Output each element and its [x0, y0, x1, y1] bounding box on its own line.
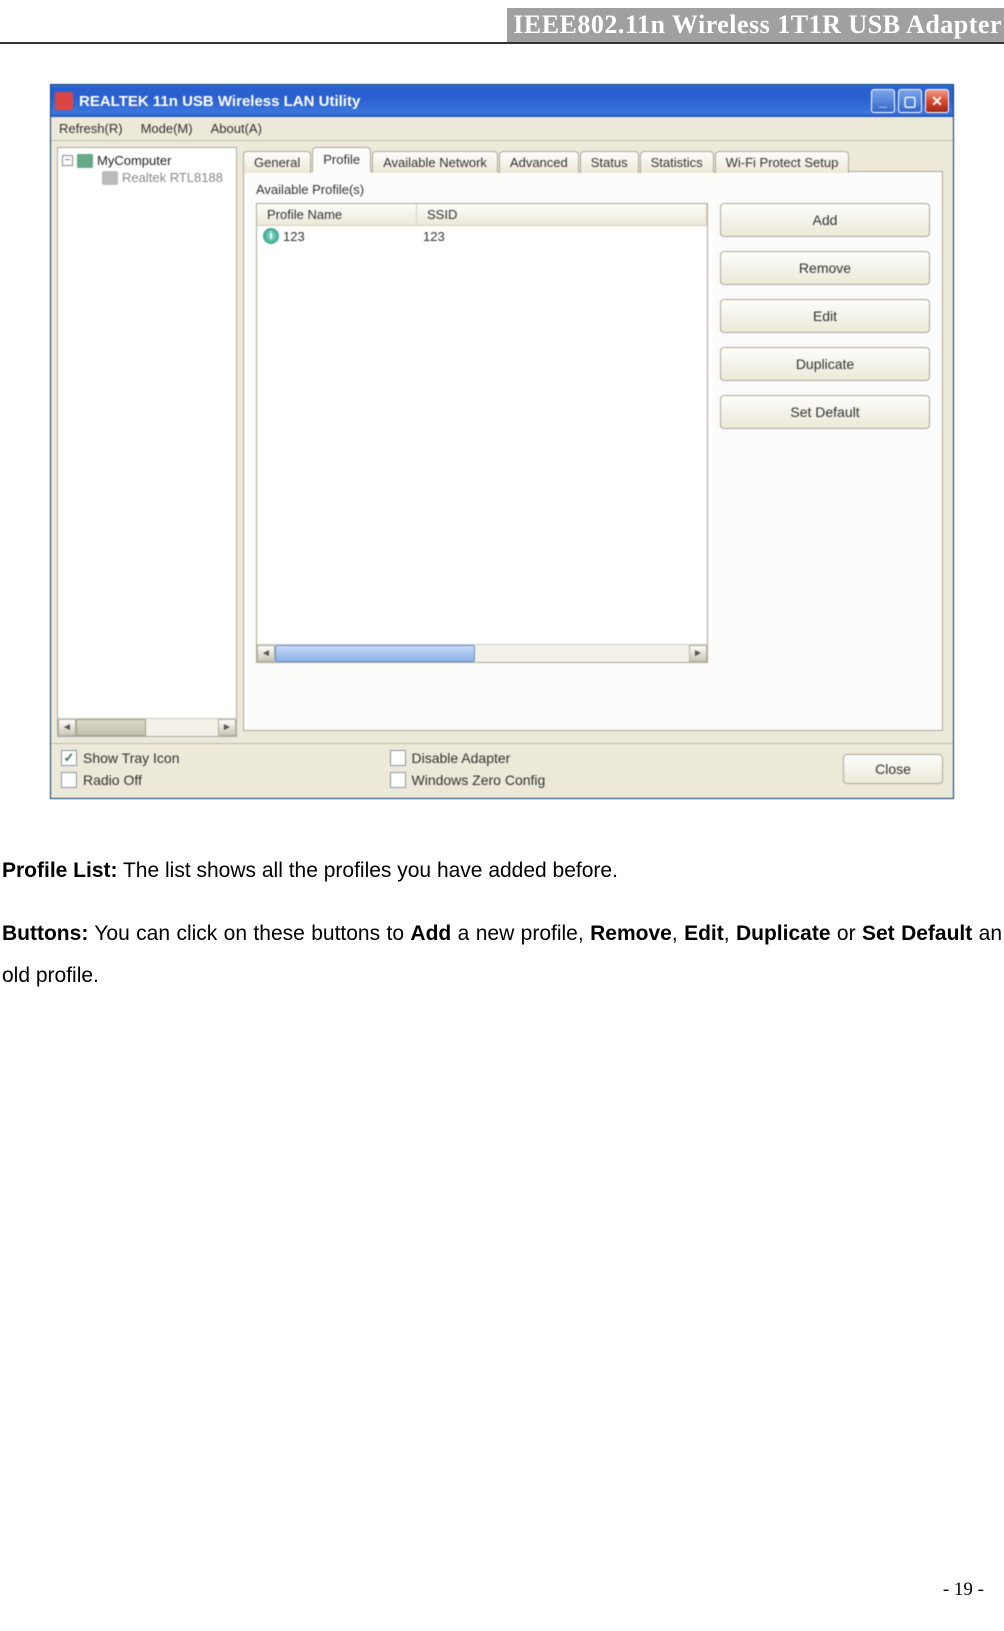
maximize-button[interactable]: ▢	[898, 89, 922, 113]
buttons-bold: Buttons:	[2, 922, 88, 945]
menubar: Refresh(R) Mode(M) About(A)	[51, 117, 953, 141]
column-profile-name[interactable]: Profile Name	[257, 204, 417, 225]
profile-name-cell: 123	[283, 229, 305, 244]
close-window-button[interactable]: ✕	[925, 89, 949, 113]
zero-config-checkbox[interactable]	[390, 772, 406, 788]
profile-list-text: The list shows all the profiles you have…	[118, 859, 618, 882]
tab-available-network[interactable]: Available Network	[372, 151, 498, 173]
tab-strip: General Profile Available Network Advanc…	[243, 147, 943, 172]
menu-mode[interactable]: Mode(M)	[141, 121, 193, 136]
tree-scrollbar[interactable]: ◄ ►	[58, 718, 236, 736]
remove-button[interactable]: Remove	[720, 251, 930, 285]
show-tray-label: Show Tray Icon	[83, 750, 180, 766]
disable-adapter-label: Disable Adapter	[412, 750, 511, 766]
zero-config-label: Windows Zero Config	[412, 772, 546, 788]
menu-about[interactable]: About(A)	[211, 121, 262, 136]
set-default-button[interactable]: Set Default	[720, 395, 930, 429]
scroll-left-icon[interactable]: ◄	[58, 719, 76, 736]
tab-status[interactable]: Status	[580, 151, 639, 173]
window-footer: ✓ Show Tray Icon Radio Off Disable Adapt…	[51, 743, 953, 798]
adapter-icon	[102, 171, 118, 185]
device-tree[interactable]: − MyComputer Realtek RTL8188 ◄ ►	[57, 147, 237, 737]
profile-list-bold: Profile List:	[2, 859, 118, 882]
list-scrollbar[interactable]: ◄ ►	[257, 644, 707, 662]
profile-list[interactable]: Profile Name SSID i 123 123	[256, 203, 708, 663]
add-button[interactable]: Add	[720, 203, 930, 237]
edit-button[interactable]: Edit	[720, 299, 930, 333]
duplicate-button[interactable]: Duplicate	[720, 347, 930, 381]
profile-tab-panel: Available Profile(s) Profile Name SSID i	[243, 171, 943, 731]
radio-off-label: Radio Off	[83, 772, 142, 788]
profile-ssid-cell: 123	[423, 229, 701, 244]
tab-wifi-protect[interactable]: Wi-Fi Protect Setup	[715, 151, 850, 173]
app-window: REALTEK 11n USB Wireless LAN Utility _ ▢…	[50, 84, 954, 799]
window-title: REALTEK 11n USB Wireless LAN Utility	[79, 93, 868, 110]
minimize-button[interactable]: _	[871, 89, 895, 113]
show-tray-checkbox[interactable]: ✓	[61, 750, 77, 766]
doc-header-title: IEEE802.11n Wireless 1T1R USB Adapter	[507, 8, 1004, 42]
tab-general[interactable]: General	[243, 151, 311, 173]
app-icon	[55, 92, 73, 110]
info-icon: i	[263, 228, 279, 244]
tree-root-label[interactable]: MyComputer	[97, 153, 171, 168]
available-profiles-label: Available Profile(s)	[256, 182, 930, 197]
tree-collapse-icon[interactable]: −	[62, 155, 73, 166]
scroll-thumb[interactable]	[275, 645, 475, 662]
page-number: - 19 -	[943, 1579, 984, 1601]
scroll-thumb[interactable]	[76, 719, 146, 736]
disable-adapter-checkbox[interactable]	[390, 750, 406, 766]
tab-statistics[interactable]: Statistics	[640, 151, 714, 173]
profile-row[interactable]: i 123 123	[257, 226, 707, 246]
tree-child-label[interactable]: Realtek RTL8188	[122, 170, 223, 185]
tab-advanced[interactable]: Advanced	[499, 151, 579, 173]
tab-profile[interactable]: Profile	[312, 147, 371, 172]
scroll-right-icon[interactable]: ►	[689, 645, 707, 662]
scroll-left-icon[interactable]: ◄	[257, 645, 275, 662]
description-text: Profile List: The list shows all the pro…	[0, 819, 1004, 997]
computer-icon	[77, 154, 93, 168]
radio-off-checkbox[interactable]	[61, 772, 77, 788]
menu-refresh[interactable]: Refresh(R)	[59, 121, 123, 136]
close-button[interactable]: Close	[843, 754, 943, 784]
scroll-right-icon[interactable]: ►	[218, 719, 236, 736]
titlebar: REALTEK 11n USB Wireless LAN Utility _ ▢…	[51, 85, 953, 117]
column-ssid[interactable]: SSID	[417, 204, 707, 225]
